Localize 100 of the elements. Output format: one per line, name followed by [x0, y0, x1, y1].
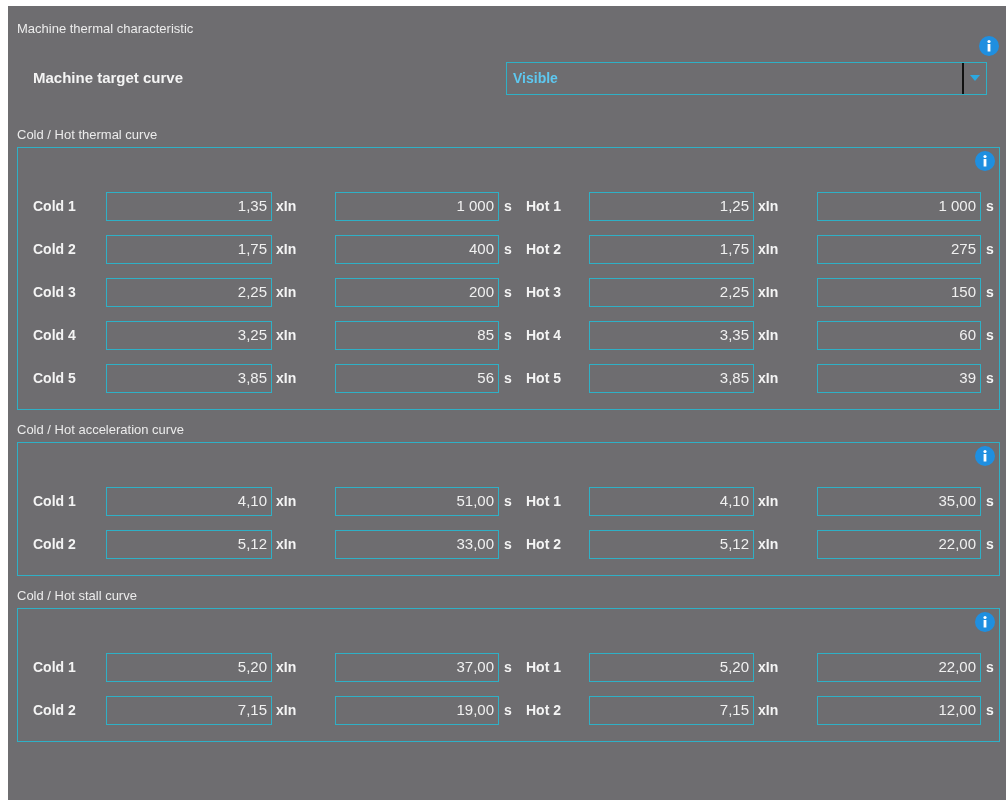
- row-label: Cold 5: [33, 369, 77, 388]
- input-field[interactable]: 22,00: [817, 653, 981, 682]
- unit-label: s: [985, 197, 994, 216]
- info-icon[interactable]: [975, 151, 995, 171]
- input-field[interactable]: 56: [335, 364, 499, 393]
- input-field[interactable]: 2,25: [106, 278, 272, 307]
- input-field[interactable]: 1,75: [106, 235, 272, 264]
- input-field[interactable]: 5,20: [589, 653, 754, 682]
- input-field[interactable]: 150: [817, 278, 981, 307]
- unit-label: s: [503, 492, 513, 511]
- unit-label: xIn: [757, 535, 780, 554]
- input-field[interactable]: 12,00: [817, 696, 981, 725]
- unit-label: xIn: [275, 283, 298, 302]
- input-field[interactable]: 35,00: [817, 487, 981, 516]
- unit-label: xIn: [275, 492, 298, 511]
- row-label: Hot 3: [525, 283, 562, 302]
- input-field[interactable]: 3,85: [589, 364, 754, 393]
- row-label: Hot 5: [525, 369, 562, 388]
- unit-label: s: [985, 283, 994, 302]
- info-icon[interactable]: [975, 446, 995, 466]
- unit-label: s: [503, 283, 513, 302]
- unit-label: s: [503, 535, 513, 554]
- unit-label: xIn: [275, 701, 298, 720]
- field-label: Machine target curve: [32, 67, 185, 88]
- unit-label: s: [503, 240, 513, 259]
- input-field[interactable]: 1 000: [335, 192, 499, 221]
- input-field[interactable]: 5,20: [106, 653, 272, 682]
- input-field[interactable]: 5,12: [106, 530, 272, 559]
- row-label: Hot 2: [525, 701, 562, 720]
- row-label: Cold 2: [33, 701, 77, 720]
- unit-label: xIn: [757, 701, 780, 720]
- unit-label: xIn: [757, 492, 780, 511]
- info-icon[interactable]: [979, 36, 999, 56]
- panel-title: Machine thermal characteristic: [17, 21, 194, 36]
- unit-label: xIn: [275, 535, 298, 554]
- section-title: Cold / Hot stall curve: [17, 586, 137, 605]
- unit-label: xIn: [757, 326, 780, 345]
- input-field[interactable]: 19,00: [335, 696, 499, 725]
- section-title: Cold / Hot acceleration curve: [17, 420, 184, 439]
- info-icon[interactable]: [975, 612, 995, 632]
- unit-label: s: [985, 701, 994, 720]
- unit-label: xIn: [275, 658, 298, 677]
- input-field[interactable]: 4,10: [106, 487, 272, 516]
- row-label: Cold 1: [33, 492, 77, 511]
- unit-label: s: [985, 326, 994, 345]
- input-field[interactable]: 33,00: [335, 530, 499, 559]
- unit-label: xIn: [275, 240, 298, 259]
- unit-label: s: [985, 658, 994, 677]
- input-field[interactable]: 400: [335, 235, 499, 264]
- unit-label: s: [503, 369, 513, 388]
- row-label: Cold 1: [33, 197, 77, 216]
- row-label: Hot 1: [525, 492, 562, 511]
- unit-label: xIn: [275, 197, 298, 216]
- dropdown[interactable]: Visible: [506, 61, 987, 95]
- input-field[interactable]: 1,75: [589, 235, 754, 264]
- input-field[interactable]: 3,25: [106, 321, 272, 350]
- input-field[interactable]: 7,15: [106, 696, 272, 725]
- input-field[interactable]: 39: [817, 364, 981, 393]
- unit-label: s: [503, 197, 513, 216]
- input-field[interactable]: 1 000: [817, 192, 981, 221]
- unit-label: s: [503, 658, 513, 677]
- input-field[interactable]: 1,35: [106, 192, 272, 221]
- input-field[interactable]: 22,00: [817, 530, 981, 559]
- input-field[interactable]: 5,12: [589, 530, 754, 559]
- section-title: Cold / Hot thermal curve: [17, 125, 158, 144]
- unit-label: xIn: [275, 326, 298, 345]
- row-label: Hot 1: [525, 658, 562, 677]
- unit-label: xIn: [757, 369, 780, 388]
- row-label: Cold 4: [33, 326, 77, 345]
- input-field[interactable]: 51,00: [335, 487, 499, 516]
- input-field[interactable]: 7,15: [589, 696, 754, 725]
- row-label: Hot 2: [525, 535, 562, 554]
- row-label: Cold 3: [33, 283, 77, 302]
- unit-label: s: [985, 240, 994, 259]
- input-field[interactable]: 37,00: [335, 653, 499, 682]
- unit-label: s: [985, 369, 994, 388]
- unit-label: s: [503, 701, 513, 720]
- row-label: Cold 2: [33, 240, 77, 259]
- unit-label: xIn: [757, 197, 780, 216]
- input-field[interactable]: 4,10: [589, 487, 754, 516]
- input-field[interactable]: 3,85: [106, 364, 272, 393]
- input-field[interactable]: 85: [335, 321, 499, 350]
- input-field[interactable]: 3,35: [589, 321, 754, 350]
- input-field[interactable]: 200: [335, 278, 499, 307]
- row-label: Cold 1: [33, 658, 77, 677]
- input-field[interactable]: 60: [817, 321, 981, 350]
- row-label: Hot 4: [525, 326, 562, 345]
- unit-label: xIn: [757, 240, 780, 259]
- input-field[interactable]: 1,25: [589, 192, 754, 221]
- unit-label: xIn: [757, 658, 780, 677]
- unit-label: xIn: [275, 369, 298, 388]
- unit-label: s: [985, 535, 994, 554]
- row-label: Hot 1: [525, 197, 562, 216]
- unit-label: s: [503, 326, 513, 345]
- row-label: Cold 2: [33, 535, 77, 554]
- input-field[interactable]: 2,25: [589, 278, 754, 307]
- row-label: Hot 2: [525, 240, 562, 259]
- unit-label: s: [985, 492, 994, 511]
- unit-label: xIn: [757, 283, 780, 302]
- input-field[interactable]: 275: [817, 235, 981, 264]
